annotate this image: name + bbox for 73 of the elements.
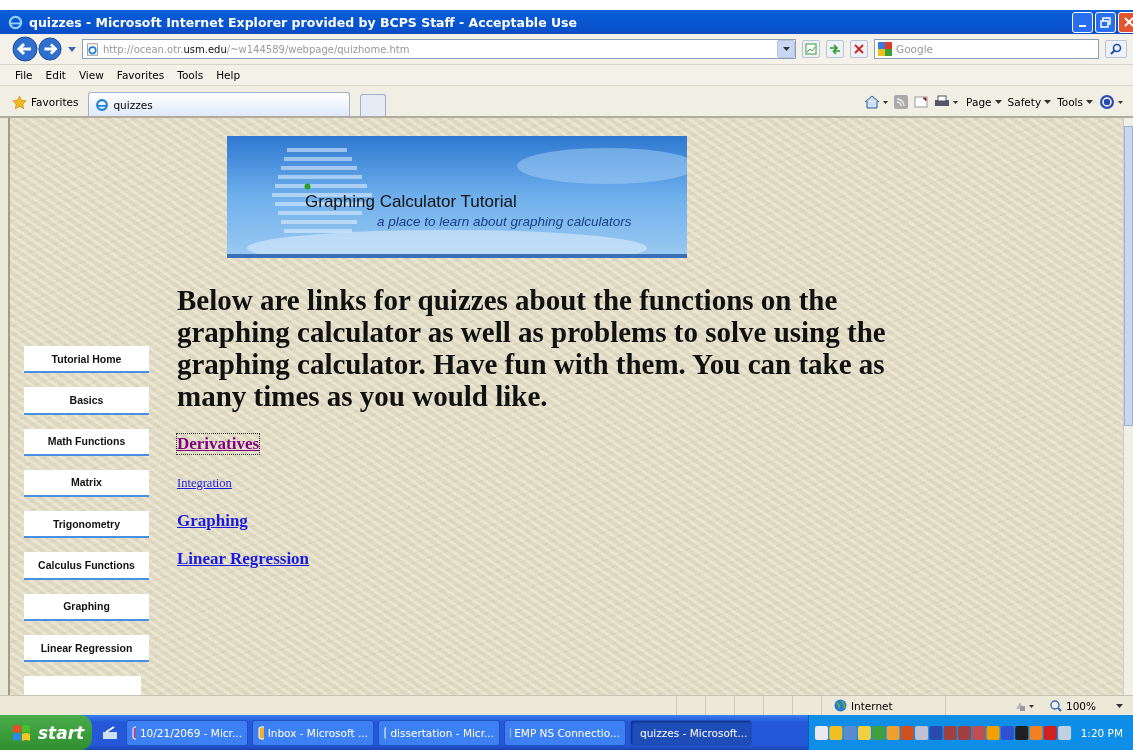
nav-button[interactable]: Tutorial Home <box>24 346 149 374</box>
address-field[interactable]: http://ocean.otr.usm.edu/~w144589/webpage/quizhome.htm <box>82 39 796 59</box>
quiz-link[interactable]: Graphing <box>177 511 248 531</box>
minimize-button[interactable] <box>1072 11 1093 33</box>
nav-button[interactable]: Matrix <box>24 469 149 498</box>
dot-icon <box>304 183 311 190</box>
nav-button[interactable]: Math Functions <box>24 428 149 456</box>
page-icon <box>86 42 99 56</box>
menu-item[interactable]: File <box>15 69 33 81</box>
taskbar-button[interactable]: 10/21/2069 - Micr... <box>126 719 248 746</box>
quiz-link[interactable]: Integration <box>177 475 232 491</box>
window-title: quizzes - Microsoft Internet Explorer provided by BCPS Staff - Acceptable Use <box>29 14 579 30</box>
mail-icon[interactable] <box>914 96 929 108</box>
refresh-icon[interactable] <box>826 40 844 58</box>
quick-launch-icon[interactable] <box>102 725 118 740</box>
url-text: http://ocean.otr.usm.edu/~w144589/webpage/quizhome.htm <box>103 43 411 55</box>
compatibility-icon[interactable] <box>802 40 820 58</box>
close-button[interactable] <box>1118 11 1133 33</box>
close-icon <box>1123 17 1133 27</box>
home-icon[interactable] <box>864 95 889 109</box>
search-field[interactable]: Google <box>874 39 1099 59</box>
windows-flag-icon <box>12 723 32 742</box>
search-provider-icon <box>878 42 892 56</box>
globe-icon <box>833 699 847 712</box>
menu-item[interactable]: Tools <box>177 69 204 81</box>
favorites-button[interactable]: Favorites <box>12 88 79 116</box>
nav-button[interactable]: Basics <box>24 387 149 415</box>
forward-button[interactable] <box>38 37 62 61</box>
banner-subtitle: a place to learn about graphing calculators <box>377 214 632 229</box>
history-dropdown[interactable] <box>68 46 76 52</box>
command-button[interactable]: Page <box>966 96 1002 108</box>
nav-button[interactable]: Linear Regression <box>24 634 149 663</box>
browser-tab[interactable]: quizzes <box>88 92 351 116</box>
nav-button[interactable]: Trigonometry <box>24 511 149 539</box>
taskbar-button[interactable]: EMP NS Connectio... <box>504 719 626 746</box>
star-icon <box>12 94 27 110</box>
caret-icon <box>1086 100 1093 104</box>
magnifier-icon <box>1049 699 1062 712</box>
caret-icon <box>994 100 1002 104</box>
address-dropdown[interactable] <box>777 40 795 58</box>
back-button[interactable] <box>12 36 38 62</box>
command-button[interactable]: Tools <box>1057 96 1093 108</box>
scrollbar[interactable] <box>1123 118 1133 695</box>
minimize-icon <box>1079 25 1086 27</box>
caret-icon <box>782 47 790 51</box>
taskbar-button[interactable]: dissertation - Micr... <box>378 719 500 746</box>
intro-heading: Below are links for quizzes about the functions on the graphing calculator as well as problems to solve using the graphing calculator. Have fun with them. You can take as many times as you would like. <box>177 284 887 412</box>
nav-button[interactable]: Calculus Functions <box>24 552 149 580</box>
menu-item[interactable]: Favorites <box>116 69 165 81</box>
restore-icon <box>1100 16 1111 28</box>
menu-item[interactable]: View <box>78 69 104 81</box>
caret-icon <box>1116 703 1123 708</box>
browser-icon <box>8 14 23 30</box>
menu-item[interactable]: Help <box>216 69 241 81</box>
taskbar-button[interactable]: quizzes - Microsoft... <box>630 719 752 746</box>
search-input[interactable]: Google <box>896 43 1095 55</box>
print-icon[interactable] <box>934 95 961 109</box>
zone-label: Internet <box>850 699 893 712</box>
menu-item[interactable]: Edit <box>45 69 66 81</box>
help-icon[interactable] <box>1099 94 1125 110</box>
stop-icon[interactable] <box>850 40 868 58</box>
quiz-link[interactable]: Derivatives <box>177 434 260 454</box>
zoom-button[interactable]: 100% <box>1043 699 1133 712</box>
search-button[interactable] <box>1105 40 1127 58</box>
nav-button[interactable]: Graphing <box>24 593 149 621</box>
browser-icon <box>95 97 110 112</box>
caret-icon <box>1044 100 1052 104</box>
restore-button[interactable] <box>1095 11 1116 33</box>
quiz-link[interactable]: Linear Regression <box>177 549 310 569</box>
taskbar-button[interactable]: Inbox - Microsoft ... <box>252 719 374 746</box>
clock: 1:20 PM <box>1080 726 1123 739</box>
command-button[interactable]: Safety <box>1007 96 1052 108</box>
banner-title: Graphing Calculator Tutorial <box>305 192 517 212</box>
